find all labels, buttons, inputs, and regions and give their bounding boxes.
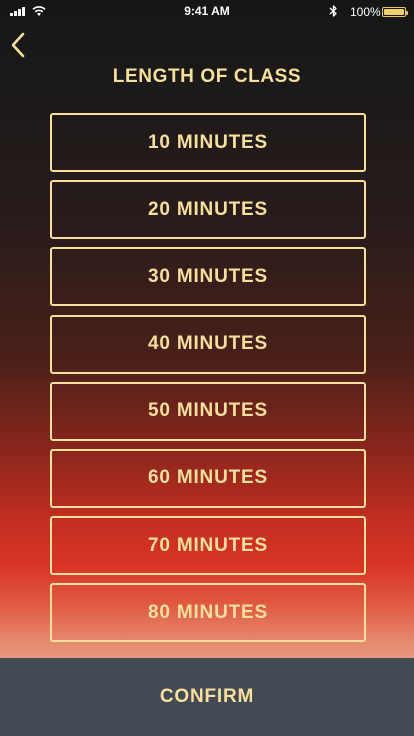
duration-options-list: 10 MINUTES 20 MINUTES 30 MINUTES 40 MINU… xyxy=(50,113,366,651)
option-label: 20 MINUTES xyxy=(148,198,268,220)
duration-option-60[interactable]: 60 MINUTES xyxy=(50,448,366,508)
back-button[interactable] xyxy=(6,30,30,60)
option-label: 60 MINUTES xyxy=(148,467,268,489)
confirm-button[interactable]: CONFIRM xyxy=(0,658,414,736)
battery-percent: 100% xyxy=(350,5,381,19)
option-label: 70 MINUTES xyxy=(148,534,268,556)
duration-option-30[interactable]: 30 MINUTES xyxy=(50,247,366,307)
duration-option-20[interactable]: 20 MINUTES xyxy=(50,180,366,240)
battery-icon xyxy=(382,7,408,17)
confirm-label: CONFIRM xyxy=(159,686,255,707)
app-screen: 9:41 AM 100% LENGTH OF CLASS 10 MINUTES … xyxy=(0,0,414,736)
option-label: 40 MINUTES xyxy=(148,333,268,355)
duration-option-40[interactable]: 40 MINUTES xyxy=(50,314,366,374)
duration-option-50[interactable]: 50 MINUTES xyxy=(50,381,366,441)
bluetooth-icon xyxy=(329,5,337,17)
option-label: 10 MINUTES xyxy=(148,131,268,153)
page-title: LENGTH OF CLASS xyxy=(112,66,302,87)
duration-option-70[interactable]: 70 MINUTES xyxy=(50,516,366,576)
chevron-left-icon xyxy=(11,32,25,58)
option-label: 50 MINUTES xyxy=(148,400,268,422)
status-bar: 9:41 AM 100% xyxy=(0,0,414,22)
option-label: 30 MINUTES xyxy=(148,265,268,287)
duration-option-10[interactable]: 10 MINUTES xyxy=(50,113,366,172)
option-label: 80 MINUTES xyxy=(148,601,268,623)
battery-level xyxy=(384,9,404,15)
duration-option-80[interactable]: 80 MINUTES xyxy=(50,583,366,643)
